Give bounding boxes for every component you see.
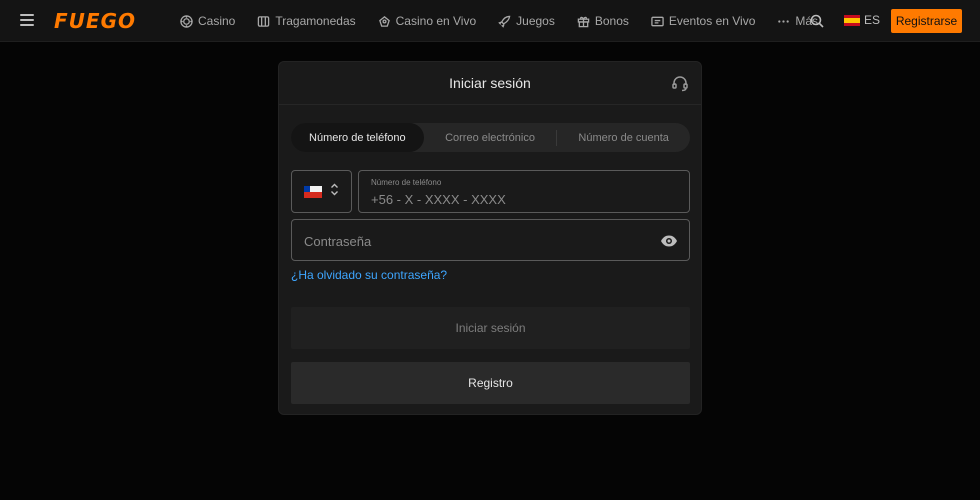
nav-item-juegos[interactable]: Juegos (498, 14, 555, 28)
eye-icon[interactable] (660, 232, 678, 250)
top-navigation-bar: FUEGO Casino Tragamonedas Casino en Vivo… (0, 0, 980, 42)
nav-label: Juegos (516, 14, 555, 28)
registro-button[interactable]: Registro (291, 362, 690, 404)
phone-number-input[interactable] (371, 190, 671, 208)
chile-flag-icon (304, 185, 322, 198)
chevron-up-down-icon (330, 183, 339, 201)
menu-icon[interactable] (20, 14, 34, 26)
nav-item-casino[interactable]: Casino (180, 14, 235, 28)
password-field (291, 219, 690, 261)
nav-label: Tragamonedas (275, 14, 356, 28)
slot-machine-icon (258, 15, 270, 27)
phone-field-label: Número de teléfono (371, 178, 442, 187)
phone-number-field: Número de teléfono (358, 170, 690, 213)
country-code-selector[interactable] (291, 170, 352, 213)
fuego-logo[interactable]: FUEGO (54, 9, 136, 33)
search-icon[interactable] (810, 14, 824, 28)
tab-phone-number[interactable]: Número de teléfono (291, 123, 424, 152)
language-selector[interactable]: ES (844, 13, 880, 27)
nav-item-eventos-en-vivo[interactable]: Eventos en Vivo (651, 14, 756, 28)
main-nav: Casino Tragamonedas Casino en Vivo Juego… (180, 0, 840, 42)
nav-label: Casino (198, 14, 236, 28)
gift-icon (577, 16, 590, 27)
tab-account-number[interactable]: Número de cuenta (557, 123, 690, 152)
tab-label: Número de cuenta (578, 131, 669, 144)
tab-label: Correo electrónico (445, 131, 535, 144)
spain-flag-icon (844, 14, 860, 26)
live-casino-icon (378, 15, 390, 27)
nav-item-tragamonedas[interactable]: Tragamonedas (257, 14, 356, 28)
tab-label: Número de teléfono (309, 131, 406, 144)
password-input[interactable] (304, 232, 644, 250)
nav-label: Bonos (594, 14, 629, 28)
language-code: ES (864, 13, 881, 27)
nav-item-casino-en-vivo[interactable]: Casino en Vivo (378, 14, 477, 28)
headset-support-icon[interactable] (671, 74, 689, 92)
modal-header: Iniciar sesión (279, 62, 701, 105)
tab-email[interactable]: Correo electrónico (424, 123, 557, 152)
forgot-password-link[interactable]: ¿Ha olvidado su contraseña? (291, 268, 447, 282)
modal-title: Iniciar sesión (449, 75, 531, 91)
rocket-icon (498, 15, 511, 28)
nav-label: Casino en Vivo (395, 14, 477, 28)
login-method-tabs: Número de teléfono Correo electrónico Nú… (291, 123, 690, 152)
login-modal: Iniciar sesión Número de teléfono Correo… (278, 61, 702, 415)
casino-chip-icon (180, 14, 193, 28)
nav-label: Eventos en Vivo (668, 14, 756, 28)
nav-item-bonos[interactable]: Bonos (577, 14, 629, 28)
more-dots-icon (778, 19, 790, 23)
register-button[interactable]: Registrarse (891, 9, 962, 33)
login-submit-button[interactable]: Iniciar sesión (291, 307, 690, 349)
tv-icon (651, 16, 664, 26)
